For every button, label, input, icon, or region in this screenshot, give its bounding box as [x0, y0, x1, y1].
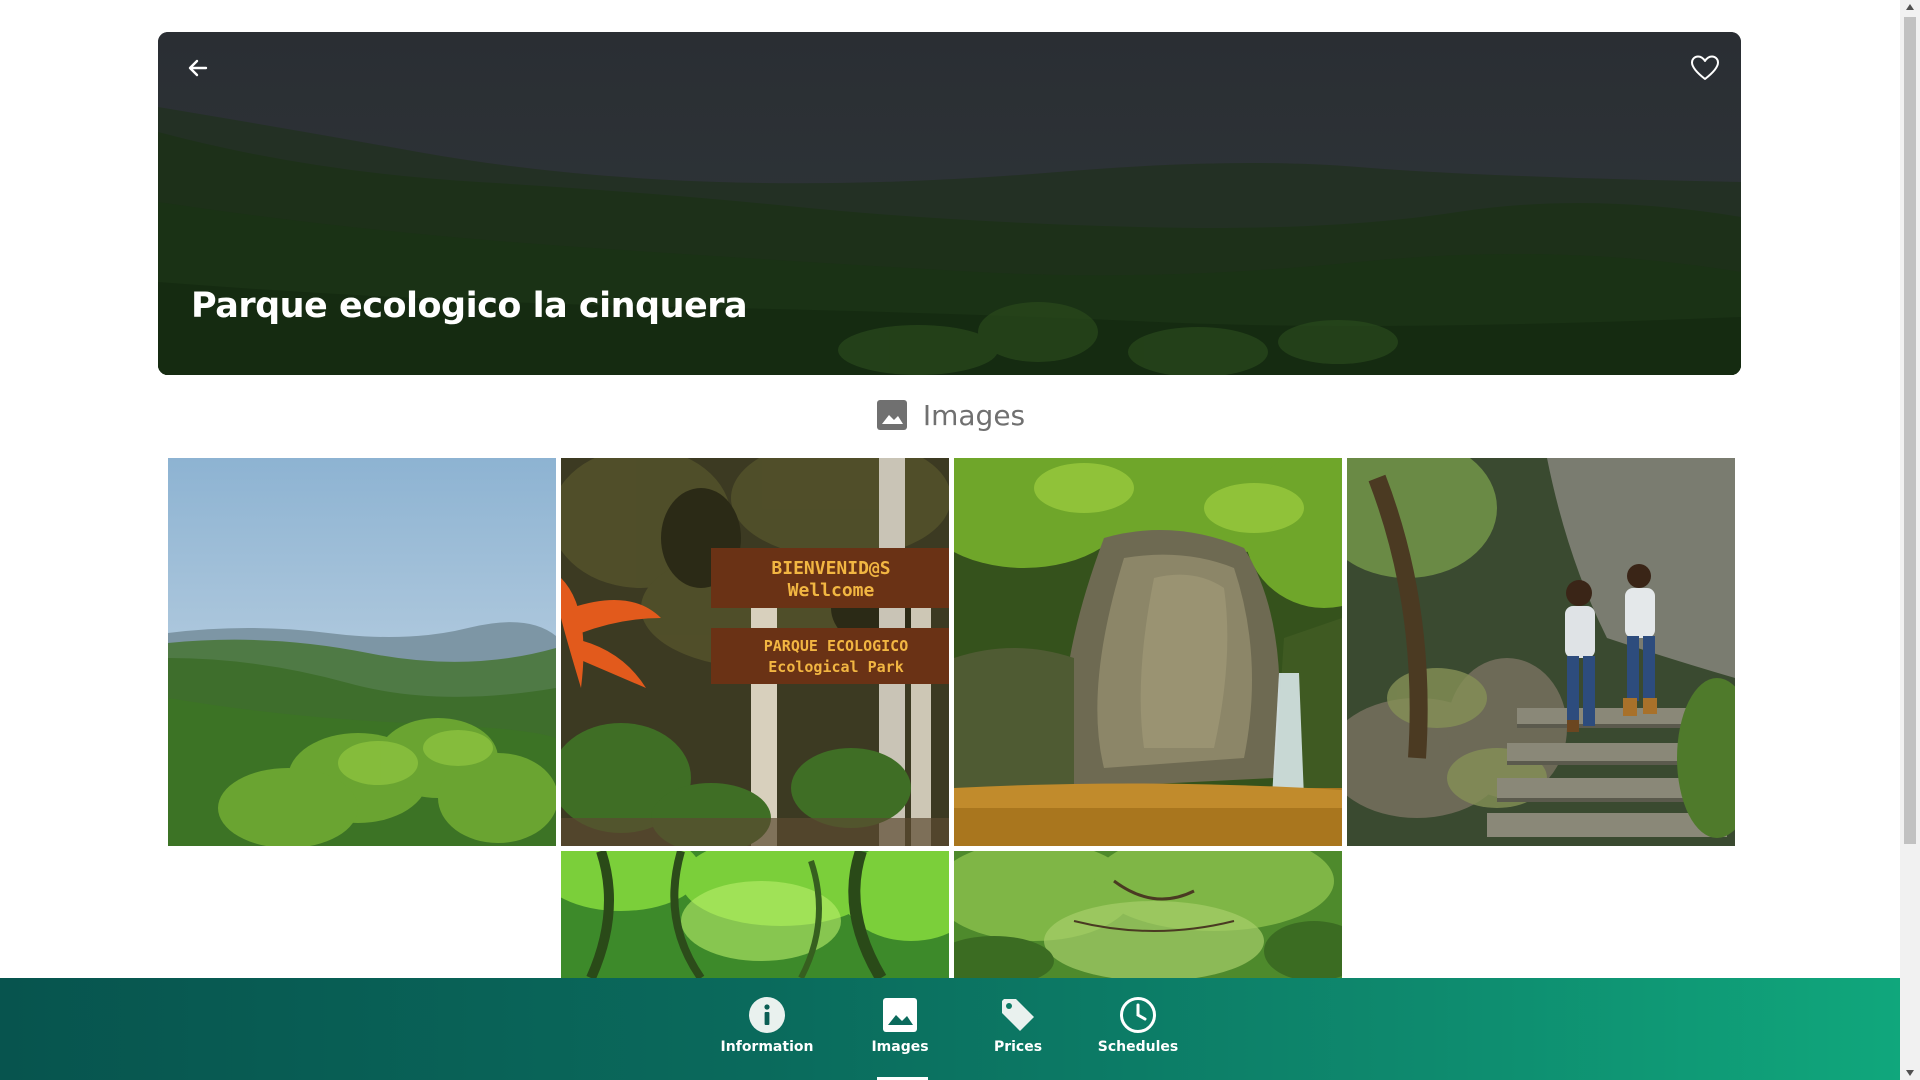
clock-icon	[1120, 997, 1156, 1033]
image-icon	[876, 400, 907, 430]
tab-images[interactable]: Images	[860, 978, 940, 1080]
gallery-image-tree-canopy[interactable]	[954, 851, 1342, 978]
favorite-button[interactable]	[1685, 48, 1725, 88]
scroll-up-arrow-icon[interactable]	[1906, 4, 1914, 10]
gallery-image-landscape[interactable]	[168, 458, 556, 846]
waterfall-photo	[954, 458, 1342, 846]
tab-information-label: Information	[720, 1039, 814, 1055]
scroll-down-arrow-icon[interactable]	[1906, 1070, 1914, 1076]
page-title: Parque ecologico la cinquera	[191, 286, 748, 326]
sign-text-line2: Wellcome	[788, 580, 875, 601]
back-button[interactable]	[178, 48, 218, 88]
info-circle-icon	[749, 997, 785, 1033]
page-scrollbar[interactable]	[1900, 0, 1920, 1080]
hikers-photo	[1347, 458, 1735, 846]
gallery-image-waterfall[interactable]	[954, 458, 1342, 846]
gallery-image-welcome-sign[interactable]: BIENVENID@S Wellcome PARQUE ECOLOGICO Ec…	[561, 458, 949, 846]
tree-canopy-photo	[954, 851, 1342, 978]
sign-text-line1: BIENVENID@S	[771, 558, 890, 579]
tag-icon	[1002, 999, 1034, 1031]
tab-information[interactable]: Information	[717, 978, 817, 1080]
sign-text-line4: Ecological Park	[768, 658, 903, 676]
tab-schedules[interactable]: Schedules	[1090, 978, 1186, 1080]
landscape-photo	[168, 458, 556, 846]
tab-prices-label: Prices	[993, 1039, 1043, 1055]
tab-images-label: Images	[871, 1039, 929, 1055]
bottom-nav: Information Images Prices Schedules	[0, 978, 1900, 1080]
hero-banner: Parque ecologico la cinquera	[158, 32, 1741, 375]
tab-schedules-label: Schedules	[1097, 1039, 1179, 1055]
heart-outline-icon	[1691, 55, 1719, 80]
arrow-left-icon	[188, 59, 208, 77]
scrollbar-thumb[interactable]	[1904, 17, 1916, 844]
forest-canopy-photo	[561, 851, 949, 978]
image-icon	[883, 998, 917, 1032]
gallery-image-hikers[interactable]	[1347, 458, 1735, 846]
gallery-image-forest-canopy[interactable]	[561, 851, 949, 978]
images-section-header: Images	[0, 398, 1900, 432]
sign-text-line3: PARQUE ECOLOGICO	[764, 637, 909, 655]
section-title: Images	[922, 398, 1026, 432]
welcome-sign-photo: BIENVENID@S Wellcome PARQUE ECOLOGICO Ec…	[561, 458, 949, 846]
tab-prices[interactable]: Prices	[978, 978, 1058, 1080]
